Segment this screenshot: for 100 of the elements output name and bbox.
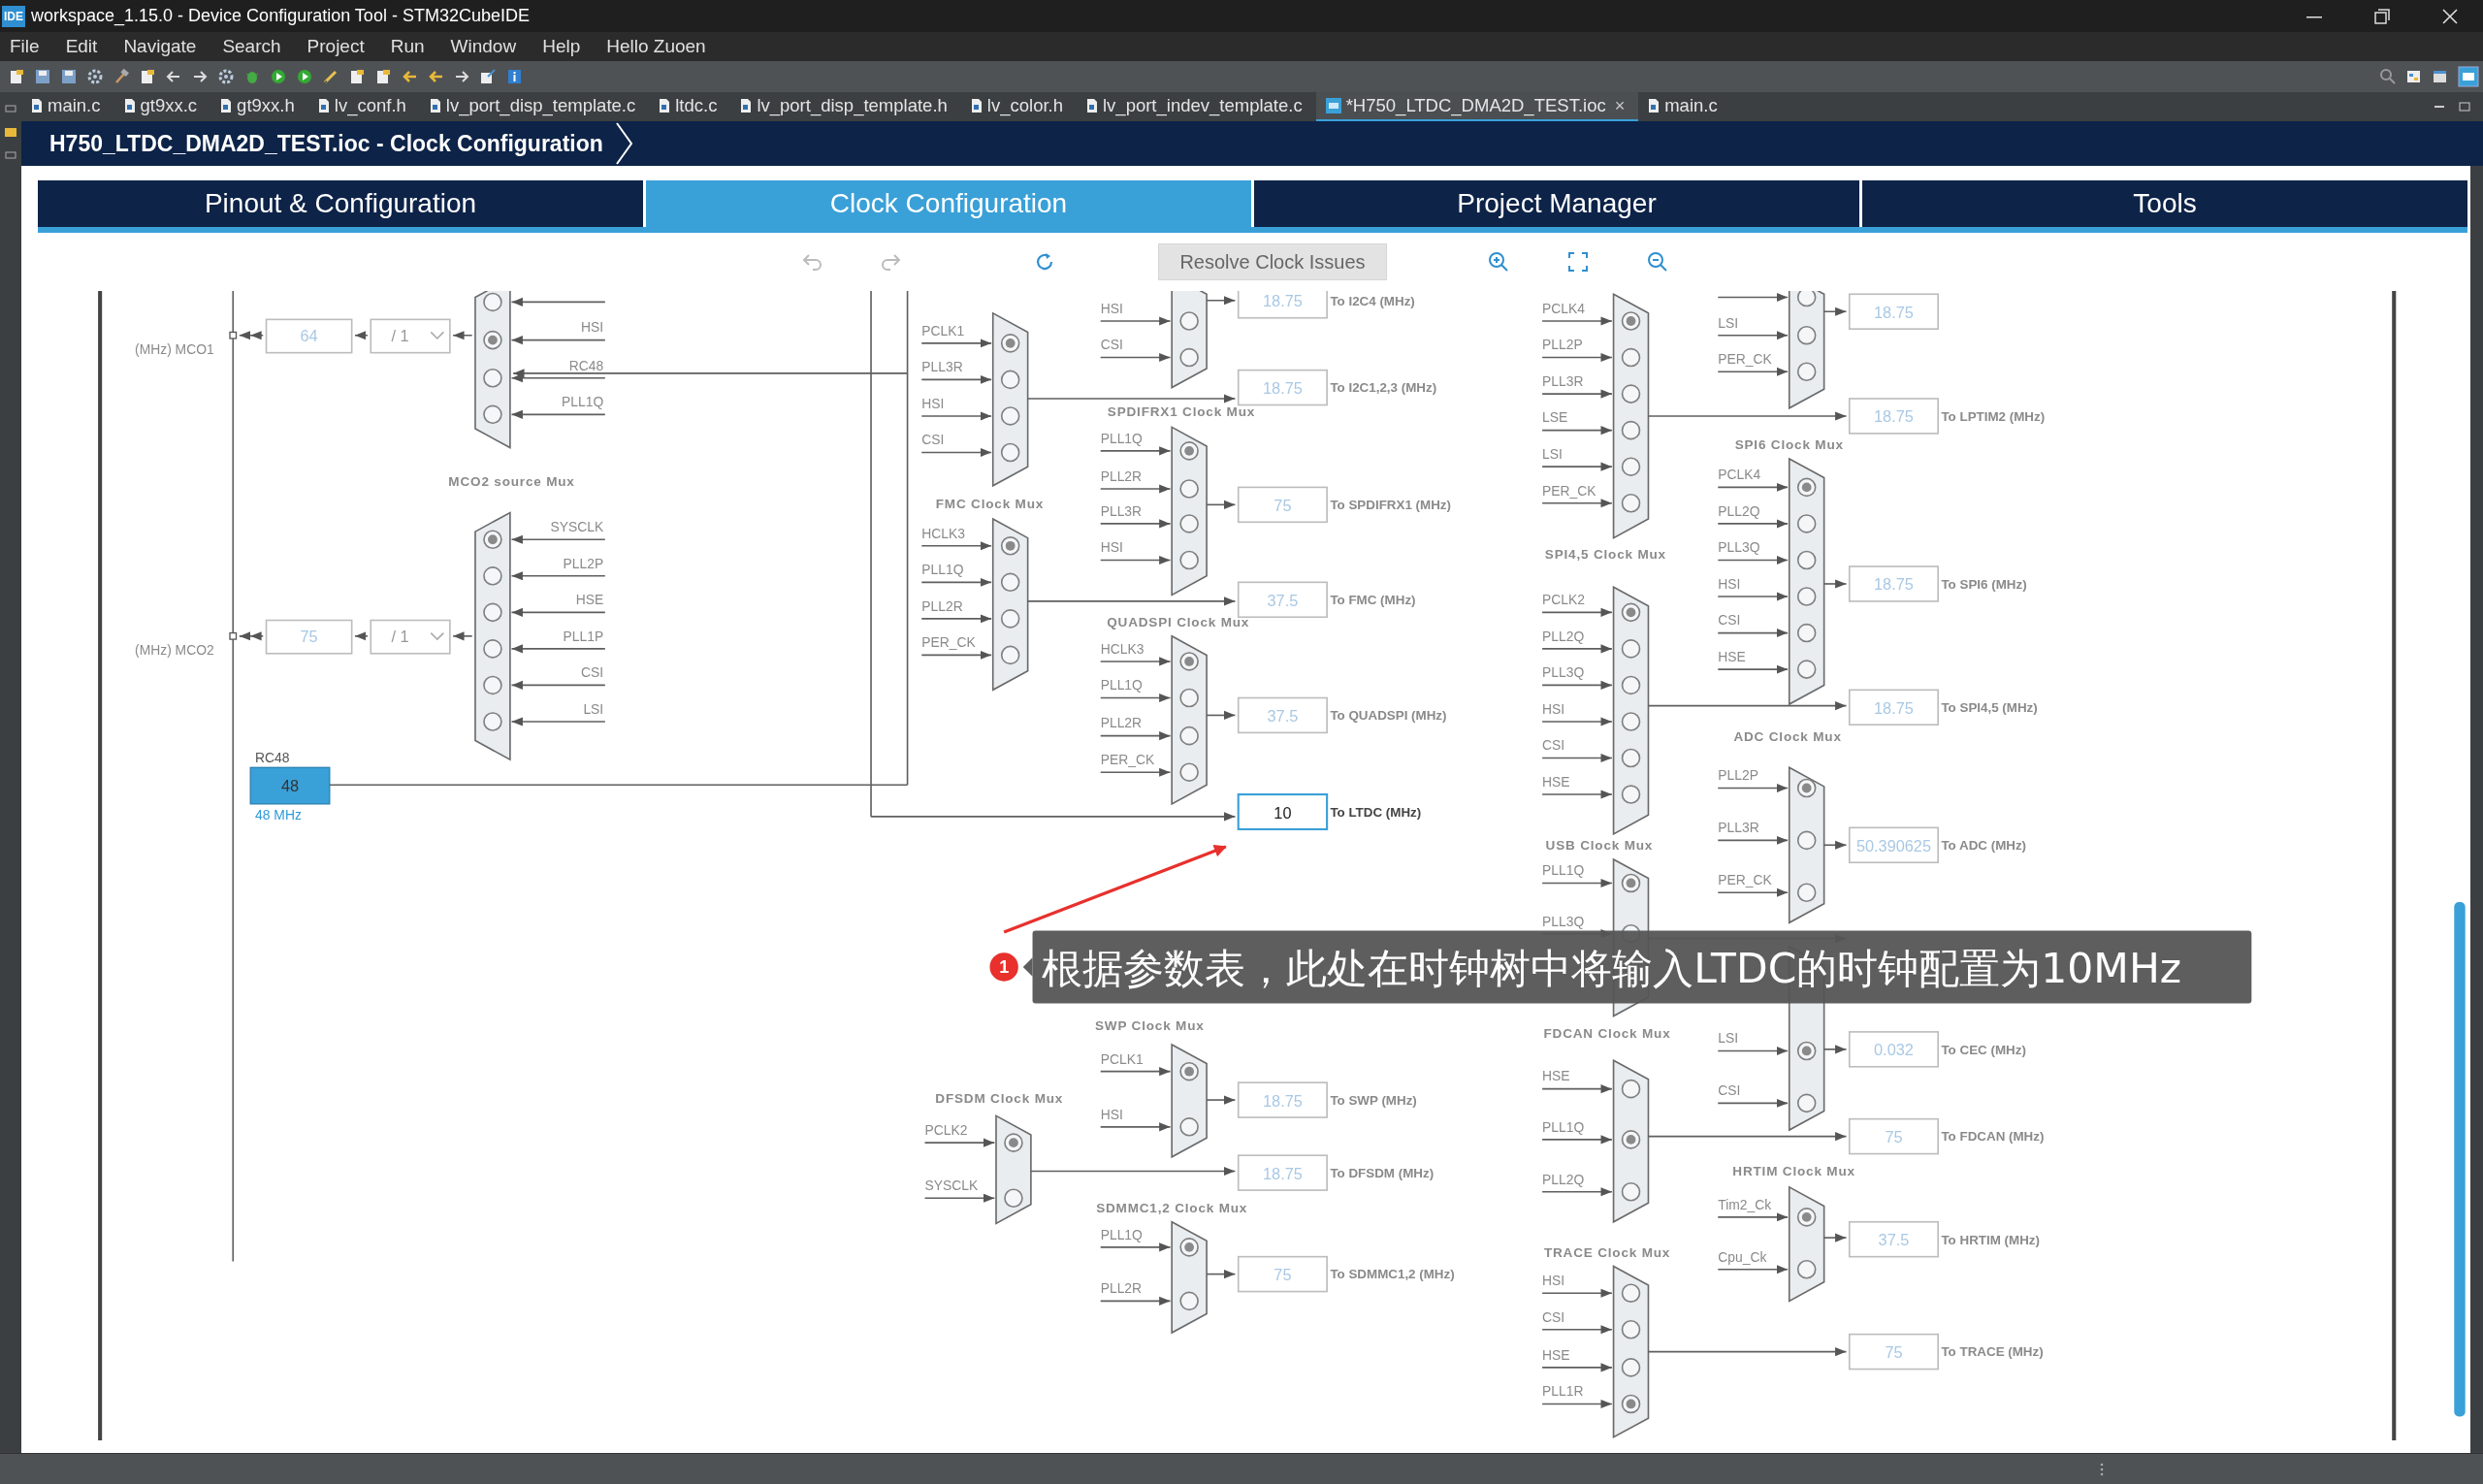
output-label: To SPI4,5 (MHz) (1941, 700, 2038, 716)
mux-title: HRTIM Clock Mux (1732, 1164, 1855, 1179)
mux-title: ADC Clock Mux (1733, 728, 1842, 744)
input-label: CSI (1718, 612, 1741, 629)
input-label: PLL1Q (921, 562, 964, 578)
editor-tab[interactable]: gt9xx.h (210, 92, 308, 121)
input-label: PLL1Q (1100, 430, 1143, 446)
input-label: PLL1Q (1542, 1118, 1585, 1135)
menu-item[interactable]: Project (297, 36, 381, 57)
output-label: To FDCAN (MHz) (1941, 1129, 2045, 1145)
input-label: PCLK2 (924, 1122, 968, 1138)
output-label: To SWP (MHz) (1330, 1092, 1417, 1108)
input-label: LSI (583, 700, 604, 717)
input-label: PCLK1 (921, 322, 965, 339)
editor-tab[interactable]: lv_port_indev_template.c (1077, 92, 1316, 121)
window-title: workspace_1.15.0 - Device Configuration Tool - STM32CubeIDE (31, 6, 530, 26)
input-label: HSI (1542, 1273, 1565, 1289)
menu-item[interactable]: Navigate (113, 36, 213, 57)
input-label: HCLK3 (921, 525, 965, 541)
input-label: PLL2R (1100, 715, 1143, 731)
menu-item[interactable]: Run (380, 36, 441, 57)
editor-tab[interactable]: lv_color.h (960, 92, 1077, 121)
editor-tab[interactable]: main.c (21, 92, 114, 121)
input-label: HSI (1100, 1106, 1123, 1122)
input-label: LSI (1718, 314, 1739, 331)
annotation-tooltip: 根据参数表，此处在时钟树中将输入LTDC的时钟配置为10MHz (1022, 930, 2252, 1004)
menu-item[interactable]: Search (212, 36, 298, 57)
input-label: PLL1R (1542, 1383, 1584, 1400)
output-label: To HRTIM (MHz) (1941, 1232, 2040, 1247)
config-tab[interactable]: Project Manager (1254, 180, 1859, 227)
input-label: HSI (921, 395, 945, 411)
input-label: PLL3Q (1718, 539, 1760, 556)
config-tab[interactable]: Tools (1862, 180, 2467, 227)
input-label: PCLK1 (1100, 1050, 1144, 1067)
source-label: RC48 (255, 750, 290, 766)
editor-tab[interactable]: main.c (1638, 92, 1731, 121)
input-label: LSE (1542, 409, 1568, 426)
input-label: PLL3R (1100, 502, 1143, 519)
output-label: To ADC (MHz) (1941, 838, 2027, 854)
oscillator-block[interactable]: 48 (249, 766, 331, 805)
input-label: HSE (1718, 648, 1746, 664)
step-badge: 1 (989, 952, 1018, 982)
input-label: HSI (581, 319, 604, 336)
breadcrumb[interactable]: H750_LTDC_DMA2D_TEST.ioc - Clock Configuration (49, 130, 603, 157)
input-label: HSI (1718, 575, 1741, 592)
output-label: To SPI6 (MHz) (1941, 576, 2027, 592)
menu-item[interactable]: Edit (55, 36, 114, 57)
input-label: PLL2P (1542, 337, 1583, 353)
editor-tab[interactable]: ltdc.c (649, 92, 731, 121)
frequency-label: 48 MHz (255, 807, 302, 823)
mux-title: USB Clock Mux (1545, 838, 1654, 854)
editor-tab[interactable]: gt9xx.c (113, 92, 211, 121)
close-button[interactable]: × (1614, 95, 1626, 116)
output-label: To QUADSPI (MHz) (1330, 708, 1447, 724)
output-label: To SDMMC1,2 (MHz) (1330, 1267, 1455, 1282)
editor-tab[interactable]: *H750_LTDC_DMA2D_TEST.ioc × (1315, 92, 1639, 121)
mux-title: SPI6 Clock Mux (1734, 437, 1844, 453)
mux-title: TRACE Clock Mux (1543, 1244, 1671, 1260)
input-label: CSI (1542, 1308, 1565, 1325)
menu-item[interactable]: Hello Zuoen (597, 36, 723, 57)
input-label: SYSCLK (550, 519, 604, 535)
input-label: HSE (1542, 773, 1570, 790)
input-label: Cpu_Ck (1718, 1248, 1767, 1265)
input-label: CSI (1100, 337, 1123, 353)
menu-item[interactable]: Help (532, 36, 597, 57)
input-label: PLL2P (1718, 767, 1758, 784)
output-label: To LTDC (MHz) (1330, 804, 1422, 820)
input-label: PER_CK (1718, 351, 1772, 368)
input-label: PCLK2 (1542, 592, 1586, 608)
input-label: CSI (1718, 1082, 1741, 1099)
editor-tab[interactable]: lv_port_disp_template.c (419, 92, 650, 121)
input-label: PER_CK (1100, 752, 1155, 768)
frequency-field[interactable]: 10 (1237, 793, 1329, 830)
input-label: Tim2_Ck (1718, 1196, 1772, 1212)
mux-title: DFSDM Clock Mux (935, 1091, 1064, 1107)
app-logo: IDE (2, 5, 25, 27)
input-label: HSE (1542, 1068, 1570, 1084)
input-label: PLL1Q (1100, 677, 1143, 694)
input-label: PLL2P (563, 555, 604, 571)
input-label: HCLK3 (1100, 640, 1145, 657)
menu-item[interactable]: File (0, 36, 56, 57)
input-label: RC48 (568, 357, 604, 373)
input-label: SYSCLK (924, 1178, 979, 1194)
resolve-button[interactable]: Resolve Clock Issues (1158, 243, 1387, 280)
input-label: HSE (575, 592, 604, 608)
input-label: PLL1P (563, 628, 604, 644)
input-label: PLL1Q (562, 394, 604, 410)
input-label: CSI (921, 432, 945, 448)
input-label: PLL3Q (1542, 664, 1585, 681)
config-tab[interactable]: Pinout & Configuration (38, 180, 643, 227)
editor-tab[interactable]: lv_port_disp_template.h (730, 92, 961, 121)
input-label: PLL2Q (1542, 628, 1585, 644)
output-label: To TRACE (MHz) (1941, 1344, 2044, 1360)
input-label: CSI (1542, 737, 1565, 754)
output-label: To I2C1,2,3 (MHz) (1330, 380, 1437, 396)
output-label: To CEC (MHz) (1941, 1042, 2026, 1057)
menu-item[interactable]: Window (440, 36, 533, 57)
input-label: HSI (1100, 539, 1123, 556)
mux-title: SPDIFRX1 Clock Mux (1107, 403, 1256, 419)
editor-tab[interactable]: lv_conf.h (307, 92, 420, 121)
